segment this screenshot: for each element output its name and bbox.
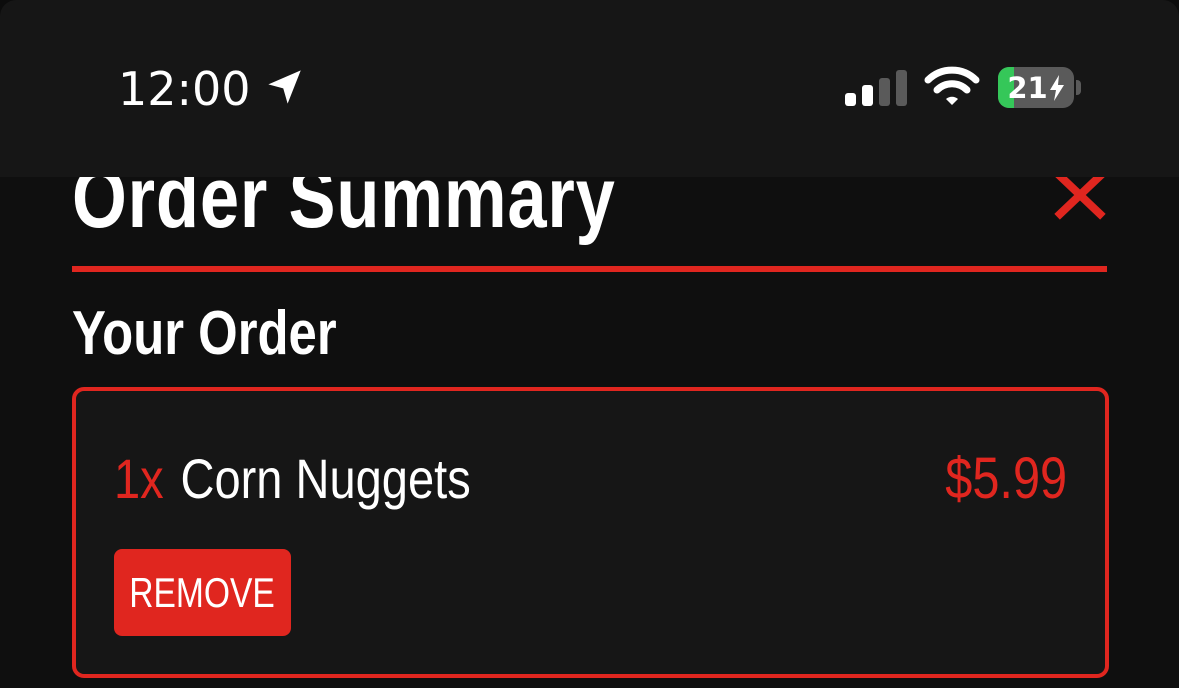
title-divider bbox=[72, 266, 1107, 272]
battery-nub bbox=[1076, 80, 1081, 95]
order-item-card: 1x Corn Nuggets $5.99 REMOVE bbox=[72, 387, 1109, 678]
item-price: $5.99 bbox=[945, 446, 1067, 511]
battery-level-text: 21 bbox=[1007, 70, 1048, 105]
status-bar: 12:00 21 bbox=[0, 0, 1179, 177]
item-quantity: 1x bbox=[114, 447, 164, 510]
cellular-signal-icon bbox=[845, 70, 907, 106]
remove-item-button[interactable]: REMOVE bbox=[114, 549, 291, 636]
location-arrow-icon bbox=[268, 70, 301, 104]
order-summary-screen: 12:00 21 Order Summary Your Order 1x Cor… bbox=[0, 0, 1179, 688]
close-icon[interactable] bbox=[1052, 170, 1108, 220]
wifi-icon bbox=[924, 66, 980, 105]
battery-indicator: 21 bbox=[998, 67, 1074, 108]
order-item-row: 1x Corn Nuggets bbox=[114, 439, 471, 519]
your-order-heading: Your Order bbox=[72, 299, 337, 368]
item-name: Corn Nuggets bbox=[180, 447, 471, 510]
status-time: 12:00 bbox=[118, 62, 251, 116]
remove-button-label: REMOVE bbox=[129, 568, 276, 616]
charging-bolt-icon bbox=[1049, 74, 1064, 101]
